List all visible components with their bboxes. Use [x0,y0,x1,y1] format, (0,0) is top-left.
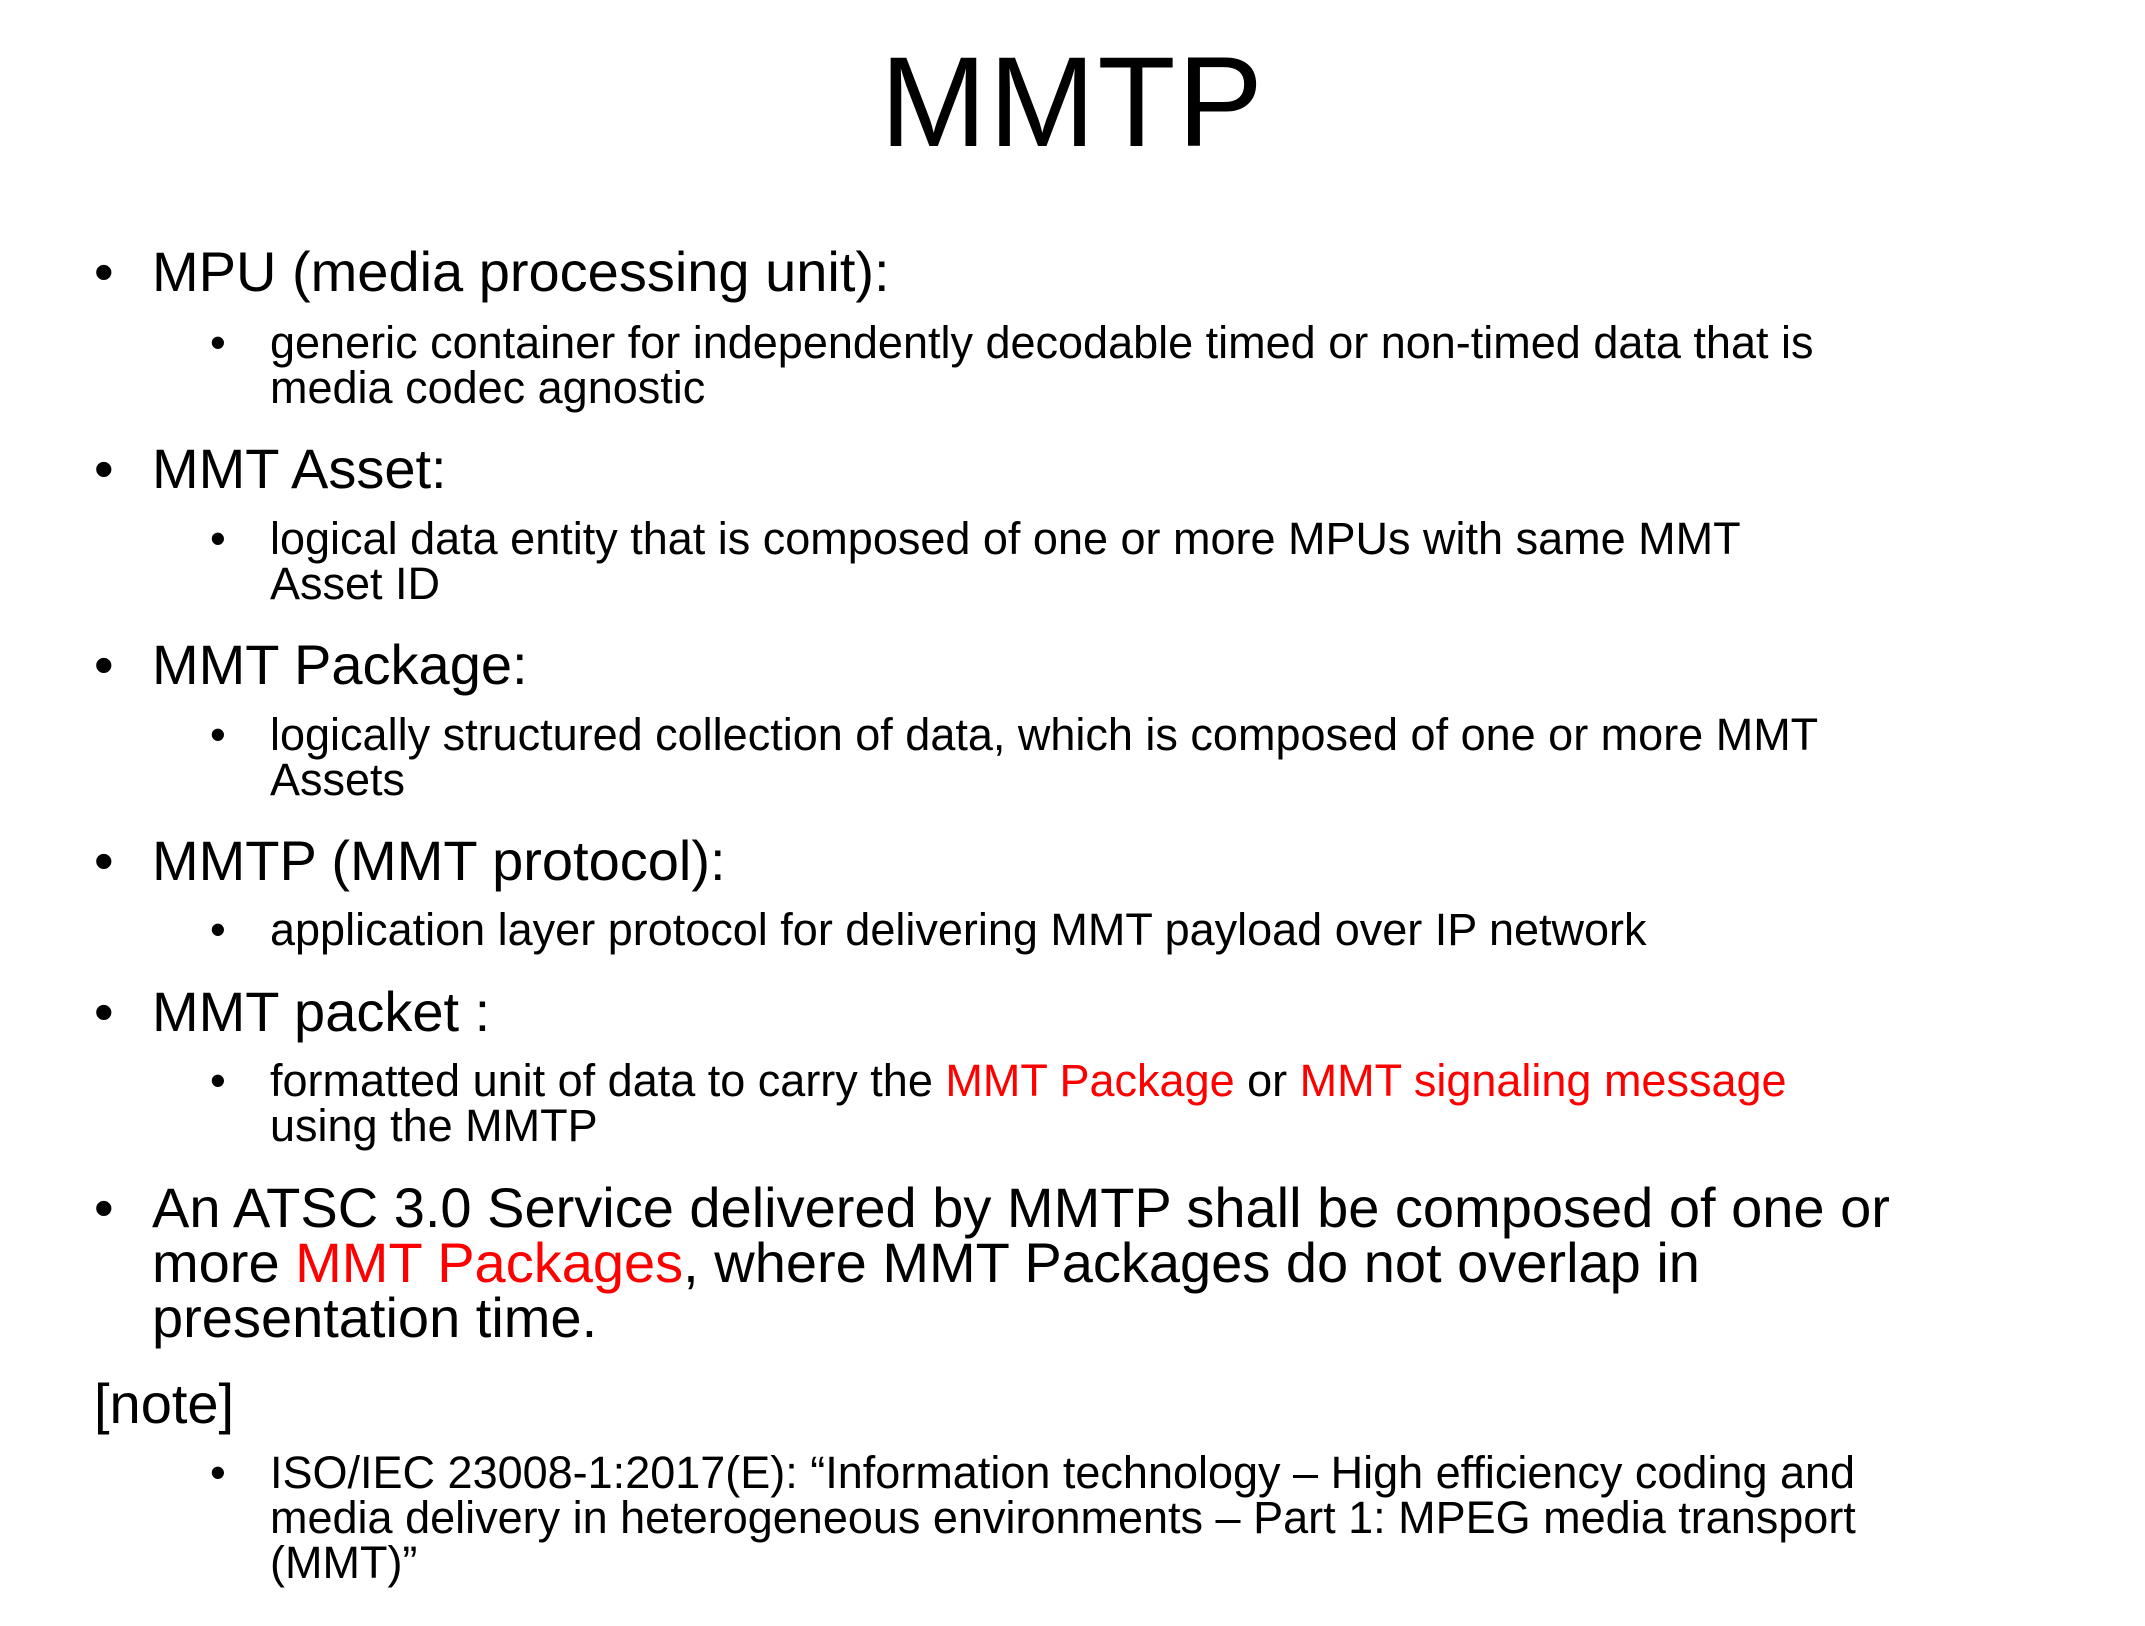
sub-bullet-dot: • [210,709,226,760]
bullet-dot: • [94,829,114,892]
service-text-c: , where MMT Packages do not overlap in [683,1231,1700,1294]
bullet-dot: • [94,1176,114,1239]
sub-bullet-dot: • [210,904,226,955]
item-heading-mmtp: MMTP (MMT protocol): [152,829,726,892]
service-highlight-packages: MMT Packages [295,1231,684,1294]
packet-text-a: formatted unit of data to carry the [270,1055,946,1106]
packet-highlight-package: MMT Package [945,1055,1235,1106]
item-heading-packet: MMT packet : [152,980,491,1043]
service-line3: presentation time. [152,1286,598,1349]
item-heading-package: MMT Package: [152,633,528,696]
service-text-a: more [152,1231,296,1294]
item-sub-asset-line2: Asset ID [270,558,441,609]
sub-bullet-dot: • [210,1447,226,1498]
sub-bullet-dot: • [210,317,226,368]
service-line2: more MMT Packages, where MMT Packages do… [152,1235,1700,1291]
note-line3: (MMT)” [270,1537,418,1588]
item-sub-asset-line1: logical data entity that is composed of … [270,513,1741,564]
bullet-dot: • [94,633,114,696]
item-sub-mpu-line2: media codec agnostic [270,362,706,413]
sub-bullet-dot: • [210,513,226,564]
service-line1: An ATSC 3.0 Service delivered by MMTP sh… [152,1176,1890,1239]
item-sub-mpu-line1: generic container for independently deco… [270,317,1814,368]
note-line1: ISO/IEC 23008-1:2017(E): “Information te… [270,1447,1856,1498]
bullet-dot: • [94,240,114,303]
item-sub-packet-line1: formatted unit of data to carry the MMT … [270,1058,1787,1103]
bullet-dot: • [94,980,114,1043]
slide-content: • MPU (media processing unit): • generic… [0,0,2145,1626]
note-line2: media delivery in heterogeneous environm… [270,1492,1856,1543]
item-sub-package-line2: Assets [270,754,406,805]
slide: MMTP • MPU (media processing unit): • ge… [0,0,2145,1626]
item-sub-mmtp-line1: application layer protocol for deliverin… [270,904,1647,955]
item-sub-package-line1: logically structured collection of data,… [270,709,1819,760]
item-heading-asset: MMT Asset: [152,437,447,500]
packet-highlight-signaling: MMT signaling message [1299,1055,1787,1106]
bullet-dot: • [94,437,114,500]
packet-text-c: or [1234,1055,1300,1106]
item-heading-mpu: MPU (media processing unit): [152,240,890,303]
note-label: [note] [94,1372,235,1435]
sub-bullet-dot: • [210,1055,226,1106]
item-sub-packet-line2: using the MMTP [270,1100,598,1151]
